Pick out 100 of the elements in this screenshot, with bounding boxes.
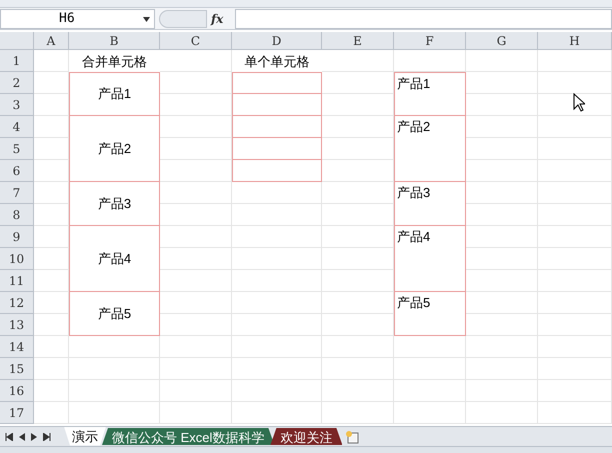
empty-cell[interactable]	[232, 380, 322, 402]
row-header[interactable]: 1	[0, 50, 34, 72]
empty-cell[interactable]	[69, 380, 160, 402]
empty-cell[interactable]	[232, 336, 322, 358]
next-sheet-icon[interactable]	[31, 432, 37, 440]
row-header[interactable]: 16	[0, 380, 34, 402]
empty-cell[interactable]	[466, 248, 538, 270]
empty-cell[interactable]	[466, 116, 538, 138]
formula-input[interactable]	[235, 8, 612, 28]
empty-cell[interactable]	[69, 336, 160, 358]
empty-cell[interactable]	[322, 204, 394, 226]
empty-cell[interactable]	[160, 182, 232, 204]
empty-cell[interactable]	[322, 248, 394, 270]
sheet-tab[interactable]: 演示	[64, 426, 106, 446]
merged-cell[interactable]: 产品2	[394, 116, 466, 182]
row-header[interactable]: 14	[0, 336, 34, 358]
empty-cell[interactable]	[322, 380, 394, 402]
empty-cell[interactable]	[394, 336, 466, 358]
empty-cell[interactable]	[322, 336, 394, 358]
select-all-corner[interactable]	[0, 32, 34, 50]
empty-cell[interactable]	[466, 182, 538, 204]
empty-cell[interactable]	[322, 358, 394, 380]
empty-cell[interactable]	[466, 160, 538, 182]
column-header[interactable]: A	[34, 32, 69, 50]
merged-cell[interactable]: 产品2	[69, 116, 160, 182]
empty-cell[interactable]	[466, 50, 538, 72]
empty-cell[interactable]	[232, 270, 322, 292]
empty-cell[interactable]	[466, 402, 538, 424]
column-header[interactable]: G	[466, 32, 538, 50]
row-header[interactable]: 3	[0, 94, 34, 116]
empty-cell[interactable]	[538, 380, 612, 402]
row-header[interactable]: 11	[0, 270, 34, 292]
empty-cell[interactable]	[69, 402, 160, 424]
bordered-cell[interactable]	[232, 160, 322, 182]
formula-bar-handle[interactable]	[159, 10, 207, 28]
empty-cell[interactable]	[538, 336, 612, 358]
merged-cell[interactable]: 产品5	[69, 292, 160, 336]
empty-cell[interactable]	[232, 226, 322, 248]
empty-cell[interactable]	[160, 292, 232, 314]
column-header[interactable]: H	[538, 32, 612, 50]
empty-cell[interactable]	[466, 358, 538, 380]
column-header[interactable]: B	[69, 32, 160, 50]
empty-cell[interactable]	[160, 204, 232, 226]
empty-cell[interactable]	[394, 50, 466, 72]
empty-cell[interactable]	[160, 402, 232, 424]
empty-cell[interactable]	[232, 402, 322, 424]
empty-cell[interactable]	[466, 72, 538, 94]
empty-cell[interactable]	[160, 226, 232, 248]
empty-cell[interactable]	[538, 292, 612, 314]
first-sheet-icon[interactable]	[5, 432, 13, 440]
empty-cell[interactable]	[538, 138, 612, 160]
empty-cell[interactable]	[160, 336, 232, 358]
empty-cell[interactable]	[466, 270, 538, 292]
sheet-tab[interactable]: 微信公众号 Excel数据科学	[102, 428, 274, 445]
column-header[interactable]: F	[394, 32, 466, 50]
insert-function-button[interactable]: fx	[211, 10, 224, 28]
empty-cell[interactable]	[466, 314, 538, 336]
merged-cell[interactable]: 产品1	[394, 72, 466, 116]
name-box[interactable]: H6	[0, 8, 155, 28]
new-sheet-icon[interactable]	[344, 430, 360, 444]
row-header[interactable]: 6	[0, 160, 34, 182]
empty-cell[interactable]	[160, 358, 232, 380]
empty-cell[interactable]	[160, 270, 232, 292]
merged-cell[interactable]: 产品4	[394, 226, 466, 292]
empty-cell[interactable]	[232, 182, 322, 204]
sheet-tab[interactable]: 欢迎关注	[270, 428, 342, 445]
row-header[interactable]: 8	[0, 204, 34, 226]
empty-cell[interactable]	[232, 292, 322, 314]
empty-cell[interactable]	[394, 380, 466, 402]
column-header[interactable]: C	[160, 32, 232, 50]
empty-cell[interactable]	[538, 226, 612, 248]
empty-cell[interactable]	[232, 314, 322, 336]
column-header[interactable]: D	[232, 32, 322, 50]
empty-cell[interactable]	[466, 336, 538, 358]
bordered-cell[interactable]	[232, 138, 322, 160]
row-header[interactable]: 7	[0, 182, 34, 204]
empty-cell[interactable]	[466, 204, 538, 226]
empty-cell[interactable]	[232, 204, 322, 226]
merged-cell[interactable]: 产品3	[394, 182, 466, 226]
empty-cell[interactable]	[466, 94, 538, 116]
empty-cell[interactable]	[466, 380, 538, 402]
row-header[interactable]: 17	[0, 402, 34, 424]
empty-cell[interactable]	[538, 270, 612, 292]
bordered-cell[interactable]	[232, 94, 322, 116]
empty-cell[interactable]	[160, 380, 232, 402]
row-header[interactable]: 15	[0, 358, 34, 380]
empty-cell[interactable]	[538, 116, 612, 138]
row-header[interactable]: 13	[0, 314, 34, 336]
empty-cell[interactable]	[538, 314, 612, 336]
empty-cell[interactable]	[322, 182, 394, 204]
last-sheet-icon[interactable]	[43, 432, 51, 440]
previous-sheet-icon[interactable]	[19, 432, 25, 440]
empty-cell[interactable]	[232, 358, 322, 380]
empty-cell[interactable]	[538, 50, 612, 72]
merged-cell[interactable]: 产品3	[69, 182, 160, 226]
merged-cell[interactable]: 产品5	[394, 292, 466, 336]
row-header[interactable]: 10	[0, 248, 34, 270]
row-header[interactable]: 2	[0, 72, 34, 94]
empty-cell[interactable]	[538, 402, 612, 424]
bordered-cell[interactable]	[232, 116, 322, 138]
